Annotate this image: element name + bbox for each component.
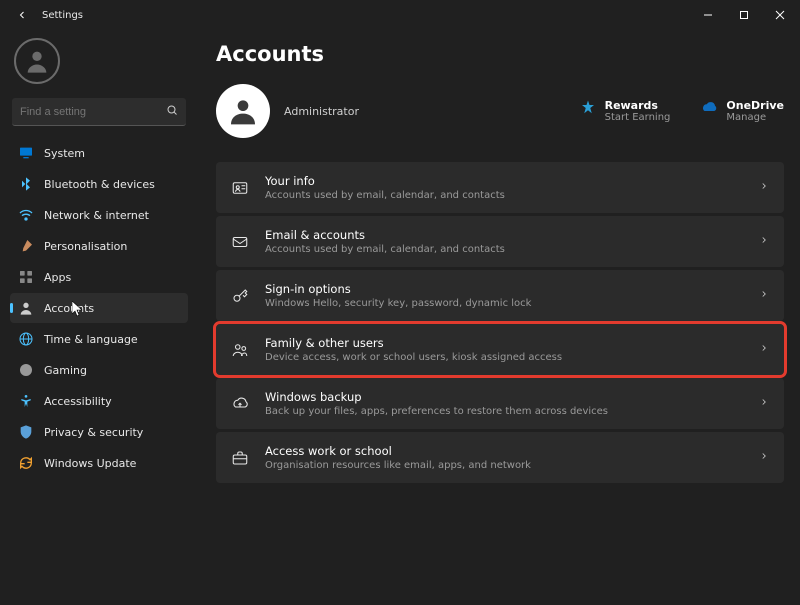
person-icon bbox=[18, 300, 34, 316]
card-work-school[interactable]: Access work or school Organisation resou… bbox=[216, 432, 784, 483]
cursor-icon bbox=[72, 301, 84, 317]
nav-label: Gaming bbox=[44, 364, 87, 377]
nav-label: Windows Update bbox=[44, 457, 136, 470]
card-subtitle: Accounts used by email, calendar, and co… bbox=[265, 190, 505, 201]
nav-time[interactable]: Time & language bbox=[10, 324, 188, 354]
nav-network[interactable]: Network & internet bbox=[10, 200, 188, 230]
promo-sub: Start Earning bbox=[605, 112, 671, 123]
nav-system[interactable]: System bbox=[10, 138, 188, 168]
nav-accessibility[interactable]: Accessibility bbox=[10, 386, 188, 416]
search-icon bbox=[166, 104, 178, 119]
card-subtitle: Accounts used by email, calendar, and co… bbox=[265, 244, 505, 255]
nav-label: Bluetooth & devices bbox=[44, 178, 155, 191]
promo-title: Rewards bbox=[605, 99, 671, 112]
sidebar: System Bluetooth & devices Network & int… bbox=[0, 30, 196, 605]
chevron-right-icon bbox=[759, 397, 769, 410]
gaming-icon bbox=[18, 362, 34, 378]
nav-label: Network & internet bbox=[44, 209, 149, 222]
settings-cards: Your info Accounts used by email, calend… bbox=[216, 162, 784, 483]
search-input-wrapper[interactable] bbox=[12, 98, 186, 126]
card-your-info[interactable]: Your info Accounts used by email, calend… bbox=[216, 162, 784, 213]
card-signin-options[interactable]: Sign-in options Windows Hello, security … bbox=[216, 270, 784, 321]
briefcase-icon bbox=[231, 449, 249, 467]
people-icon bbox=[231, 341, 249, 359]
apps-icon bbox=[18, 269, 34, 285]
shield-icon bbox=[18, 424, 34, 440]
cloud-sync-icon bbox=[231, 395, 249, 413]
account-avatar[interactable] bbox=[216, 84, 270, 138]
id-card-icon bbox=[231, 179, 249, 197]
nav-accounts[interactable]: Accounts bbox=[10, 293, 188, 323]
card-title: Sign-in options bbox=[265, 282, 531, 296]
page-title: Accounts bbox=[216, 42, 784, 66]
key-icon bbox=[231, 287, 249, 305]
account-header-row: Administrator Rewards Start Earning OneD… bbox=[216, 84, 784, 138]
promo-rewards[interactable]: Rewards Start Earning bbox=[579, 99, 671, 123]
brush-icon bbox=[18, 238, 34, 254]
nav-apps[interactable]: Apps bbox=[10, 262, 188, 292]
search-input[interactable] bbox=[20, 106, 162, 118]
promo-sub: Manage bbox=[726, 112, 784, 123]
card-subtitle: Device access, work or school users, kio… bbox=[265, 352, 562, 363]
nav-label: System bbox=[44, 147, 85, 160]
close-button[interactable] bbox=[762, 1, 798, 29]
promo-onedrive[interactable]: OneDrive Manage bbox=[700, 99, 784, 123]
display-icon bbox=[18, 145, 34, 161]
card-title: Access work or school bbox=[265, 444, 531, 458]
nav-update[interactable]: Windows Update bbox=[10, 448, 188, 478]
card-family-other-users[interactable]: Family & other users Device access, work… bbox=[216, 324, 784, 375]
update-icon bbox=[18, 455, 34, 471]
window-controls bbox=[690, 1, 798, 29]
card-subtitle: Organisation resources like email, apps,… bbox=[265, 460, 531, 471]
rewards-icon bbox=[579, 99, 597, 117]
minimize-button[interactable] bbox=[690, 1, 726, 29]
nav-gaming[interactable]: Gaming bbox=[10, 355, 188, 385]
onedrive-icon bbox=[700, 99, 718, 117]
chevron-right-icon bbox=[759, 181, 769, 194]
nav-label: Accounts bbox=[44, 302, 94, 315]
chevron-right-icon bbox=[759, 235, 769, 248]
promo-row: Rewards Start Earning OneDrive Manage bbox=[579, 99, 784, 123]
chevron-right-icon bbox=[759, 289, 769, 302]
bluetooth-icon bbox=[18, 176, 34, 192]
card-email-accounts[interactable]: Email & accounts Accounts used by email,… bbox=[216, 216, 784, 267]
mail-icon bbox=[231, 233, 249, 251]
back-button[interactable] bbox=[8, 1, 36, 29]
card-subtitle: Windows Hello, security key, password, d… bbox=[265, 298, 531, 309]
nav-label: Accessibility bbox=[44, 395, 112, 408]
wifi-icon bbox=[18, 207, 34, 223]
card-windows-backup[interactable]: Windows backup Back up your files, apps,… bbox=[216, 378, 784, 429]
nav-label: Privacy & security bbox=[44, 426, 143, 439]
nav: System Bluetooth & devices Network & int… bbox=[10, 138, 188, 478]
promo-title: OneDrive bbox=[726, 99, 784, 112]
card-subtitle: Back up your files, apps, preferences to… bbox=[265, 406, 608, 417]
nav-label: Apps bbox=[44, 271, 71, 284]
titlebar: Settings bbox=[0, 0, 800, 30]
window-title: Settings bbox=[42, 10, 83, 21]
card-title: Family & other users bbox=[265, 336, 562, 350]
nav-bluetooth[interactable]: Bluetooth & devices bbox=[10, 169, 188, 199]
card-title: Your info bbox=[265, 174, 505, 188]
maximize-button[interactable] bbox=[726, 1, 762, 29]
main-content: Accounts Administrator Rewards Start Ear… bbox=[196, 30, 800, 605]
nav-label: Time & language bbox=[44, 333, 138, 346]
account-name: Administrator bbox=[284, 105, 359, 118]
user-avatar[interactable] bbox=[14, 38, 60, 84]
globe-icon bbox=[18, 331, 34, 347]
card-title: Windows backup bbox=[265, 390, 608, 404]
chevron-right-icon bbox=[759, 451, 769, 464]
nav-privacy[interactable]: Privacy & security bbox=[10, 417, 188, 447]
accessibility-icon bbox=[18, 393, 34, 409]
chevron-right-icon bbox=[759, 343, 769, 356]
card-title: Email & accounts bbox=[265, 228, 505, 242]
nav-label: Personalisation bbox=[44, 240, 127, 253]
nav-personalisation[interactable]: Personalisation bbox=[10, 231, 188, 261]
